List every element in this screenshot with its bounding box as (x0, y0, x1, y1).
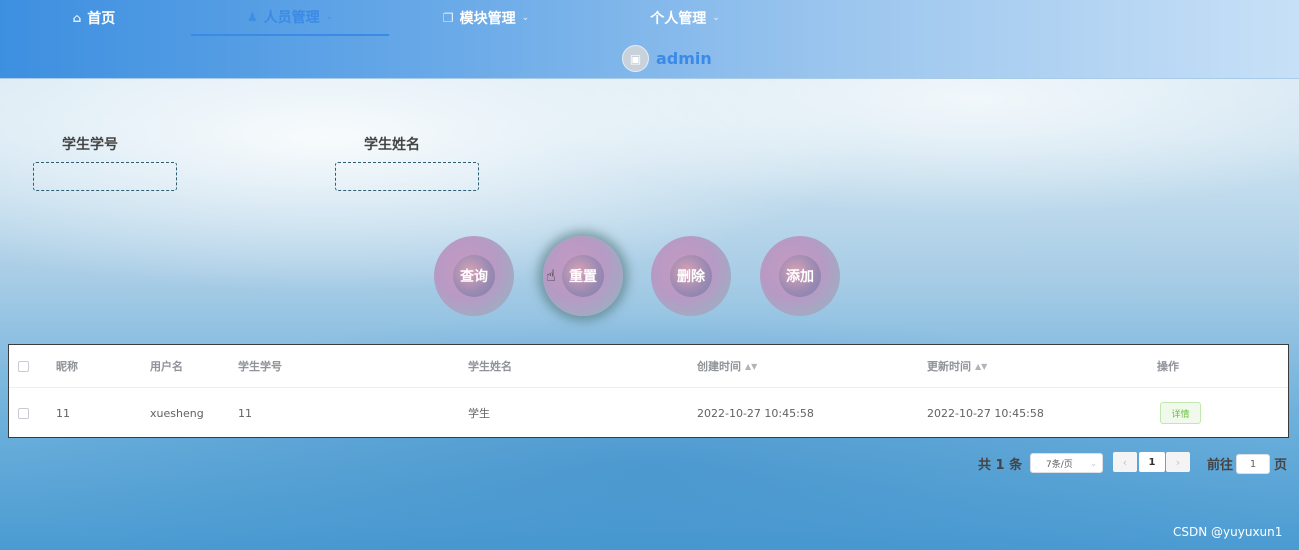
nav-item-label: 模块管理 (459, 11, 516, 27)
chevron-down-icon: ⌄ (325, 12, 334, 22)
chevron-left-icon: ‹ (1122, 455, 1128, 469)
goto-page-input[interactable] (1236, 454, 1270, 474)
username: admin (656, 49, 712, 68)
avatar: ▣ (622, 45, 649, 72)
module-icon: ❐ (442, 11, 454, 25)
pagination-total: 共 1 条 (978, 458, 1023, 473)
goto-label: 前往 (1207, 458, 1234, 473)
col-username: 用户名 (150, 360, 183, 373)
page-size-select[interactable]: 7条/页 ⌄ (1030, 453, 1103, 473)
user-menu[interactable]: ▣ admin (622, 45, 712, 72)
col-student-name: 学生姓名 (468, 360, 512, 373)
detail-button[interactable]: 详情 (1160, 402, 1201, 424)
add-button-label: 添加 (779, 255, 821, 297)
prev-page-button[interactable]: ‹ (1113, 452, 1137, 472)
image-icon: ▣ (629, 51, 642, 66)
nav-item-personal[interactable]: 个人管理 ⌄ (630, 0, 740, 36)
cell-student-id: 11 (238, 406, 252, 420)
nav-item-label: 人员管理 (263, 10, 320, 26)
user-icon: ♟ (246, 10, 258, 24)
data-table: 昵称 用户名 学生学号 学生姓名 创建时间 ▲▼ 更新时间 ▲▼ 操作 11 x… (8, 344, 1289, 438)
nav-item-modules[interactable]: ❐ 模块管理 ⌄ (421, 0, 551, 36)
page-size-value: 7条/页 (1046, 459, 1073, 470)
student-id-label: 学生学号 (62, 137, 118, 153)
query-button-label: 查询 (453, 255, 495, 297)
cell-ops: 详情 (1160, 388, 1201, 438)
row-checkbox[interactable] (18, 388, 29, 438)
sort-icon[interactable]: ▲▼ (975, 362, 987, 371)
next-page-button[interactable]: › (1166, 452, 1190, 472)
cell-student-name: 学生 (468, 407, 490, 420)
cell-updated: 2022-10-27 10:45:58 (927, 406, 1044, 420)
col-updated[interactable]: 更新时间 ▲▼ (927, 345, 987, 387)
col-created[interactable]: 创建时间 ▲▼ (697, 345, 757, 387)
home-icon: ⌂ (72, 11, 82, 25)
table-row: 11 xuesheng 11 学生 2022-10-27 10:45:58 20… (9, 388, 1288, 438)
chevron-right-icon: › (1175, 455, 1181, 469)
cell-username: xuesheng (150, 406, 204, 420)
chevron-down-icon: ⌄ (1090, 458, 1097, 468)
chevron-down-icon: ⌄ (521, 13, 530, 23)
col-created-label: 创建时间 (697, 360, 741, 373)
select-all-checkbox[interactable] (18, 345, 29, 387)
student-id-input[interactable] (33, 162, 177, 191)
col-nickname: 昵称 (56, 360, 78, 373)
col-updated-label: 更新时间 (927, 360, 971, 373)
watermark: CSDN @yuyuxun1 (1173, 525, 1283, 539)
nav-item-label: 个人管理 (650, 11, 707, 27)
page-number-current[interactable]: 1 (1139, 452, 1165, 472)
chevron-down-icon: ⌄ (712, 13, 720, 23)
hand-cursor-icon: ☝ (546, 266, 556, 285)
top-nav-bar: ⌂ 首页 ♟ 人员管理 ⌄ ❐ 模块管理 ⌄ 个人管理 ⌄ ▣ admin (0, 0, 1299, 79)
delete-button[interactable]: 删除 (651, 236, 731, 316)
col-student-id: 学生学号 (238, 360, 282, 373)
col-ops: 操作 (1157, 360, 1179, 373)
delete-button-label: 删除 (670, 255, 712, 297)
nav-item-label: 首页 (87, 11, 116, 27)
student-name-input[interactable] (335, 162, 479, 191)
reset-button-label: 重置 (562, 255, 604, 297)
nav-item-personnel[interactable]: ♟ 人员管理 ⌄ (191, 0, 389, 36)
sort-icon[interactable]: ▲▼ (745, 362, 757, 371)
add-button[interactable]: 添加 (760, 236, 840, 316)
cell-created: 2022-10-27 10:45:58 (697, 406, 814, 420)
student-name-label: 学生姓名 (364, 137, 420, 153)
query-button[interactable]: 查询 (434, 236, 514, 316)
page-unit-label: 页 (1274, 458, 1288, 473)
nav-item-home[interactable]: ⌂ 首页 (50, 0, 138, 36)
cell-nickname: 11 (56, 406, 70, 420)
table-header: 昵称 用户名 学生学号 学生姓名 创建时间 ▲▼ 更新时间 ▲▼ 操作 (9, 345, 1288, 388)
